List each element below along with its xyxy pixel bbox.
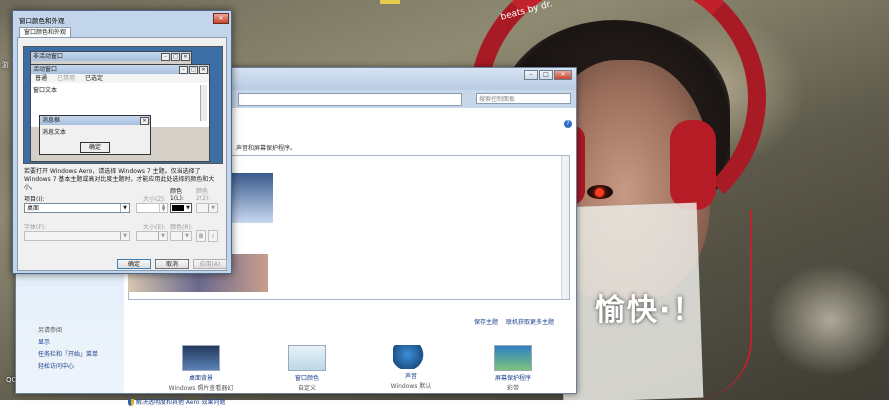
font-color-picker[interactable]: ▼ (170, 231, 192, 241)
nav-link-ease-of-access[interactable]: 轻松访问中心 (38, 361, 74, 370)
dialog-close-icon[interactable]: ✕ (213, 13, 229, 24)
color-swatch (172, 205, 184, 211)
close-icon: ✕ (181, 53, 190, 61)
color2-label: 颜色 2(2): (196, 188, 211, 202)
italic-button[interactable]: I (208, 230, 218, 242)
preview-ok-button: 确定 (80, 142, 110, 153)
sound-icon (393, 345, 429, 369)
desktop-background-icon (182, 345, 220, 371)
inactive-window-title: 非活动窗口 – □ ✕ (31, 52, 191, 61)
dialog-body: 非活动窗口 – □ ✕ 活动窗口 – □ ✕ 普通 已禁用 已选定 窗口文本 消… (17, 37, 227, 271)
chevron-down-icon: ▼ (158, 232, 167, 240)
minimize-icon: – (161, 53, 170, 61)
wallpaper-cable (690, 210, 752, 400)
help-icon[interactable]: ? (564, 120, 572, 128)
get-more-themes-link[interactable]: 联机获取更多主题 (506, 317, 554, 326)
minimize-icon[interactable]: – (524, 70, 538, 80)
font-select[interactable]: ▼ (24, 231, 130, 241)
size-label: 大小(Z): (143, 196, 166, 203)
menu-item-normal: 普通 (35, 75, 48, 82)
wallpaper-earcup-right (670, 120, 716, 210)
color1-picker[interactable]: ▼ (170, 203, 192, 213)
sounds-sub: Windows 默认 (390, 383, 432, 390)
sounds-label: 声音 (404, 373, 417, 380)
window-color-sub: 自定义 (297, 385, 316, 392)
nav-link-taskbar[interactable]: 任务栏和「开始」菜单 (38, 349, 98, 358)
inactive-window-label: 非活动窗口 (33, 53, 64, 60)
taskbar-notification-strip (380, 0, 400, 4)
theme-scrollbar[interactable] (561, 156, 569, 299)
bold-button[interactable]: B (196, 230, 206, 242)
chevron-down-icon: ▼ (120, 232, 129, 240)
apply-button[interactable]: 应用(A) (193, 259, 227, 269)
window-color-icon (288, 345, 326, 371)
active-window-title: 活动窗口 – □ ✕ (31, 65, 209, 74)
dialog-description: 若要打开 Windows Aero，请选择 Windows 7 主题。仅当选择了… (24, 168, 215, 191)
maximize-icon[interactable]: □ (539, 70, 553, 80)
desktop-icon-label[interactable]: 游 (2, 60, 9, 70)
font-size-select[interactable]: ▼ (136, 231, 168, 241)
chevron-down-icon: ▼ (208, 204, 217, 212)
close-icon: ✕ (140, 117, 149, 125)
chevron-down-icon: ▼ (120, 204, 129, 212)
search-input[interactable]: 搜索控制面板 (476, 93, 571, 104)
minimize-icon: – (179, 66, 188, 74)
screensaver-item[interactable]: 屏幕保护程序 彩带 (478, 345, 548, 392)
preview-scrollbar (200, 85, 207, 121)
screensaver-sub: 彩带 (506, 385, 519, 392)
window-text-label: 窗口文本 (33, 87, 58, 94)
save-theme-link[interactable]: 保存主题 (474, 317, 498, 326)
menu-item-selected: 已选定 (85, 75, 104, 82)
appearance-preview[interactable]: 非活动窗口 – □ ✕ 活动窗口 – □ ✕ 普通 已禁用 已选定 窗口文本 消… (23, 46, 223, 164)
color1-label: 颜色 1(L): (170, 188, 184, 202)
ok-button[interactable]: 确定 (117, 259, 151, 269)
window-color-dialog: 窗口颜色和外观 ✕ 窗口颜色和外观 非活动窗口 – □ ✕ 活动窗口 – □ ✕ 普通 … (12, 10, 232, 274)
screensaver-icon (494, 345, 532, 371)
menu-item-disabled: 已禁用 (57, 75, 76, 82)
close-icon: ✕ (199, 66, 208, 74)
chevron-down-icon: ▼ (182, 232, 191, 240)
maximize-icon: □ (189, 66, 198, 74)
font-color-label: 颜色(R): (170, 224, 193, 231)
chevron-down-icon: ▼ (186, 205, 190, 211)
desktop-background-label: 桌面背景 (188, 375, 213, 382)
spin-arrows-icon: ▲ ▼ (159, 204, 167, 213)
item-select-value: 桌面 (27, 205, 40, 212)
item-select[interactable]: 桌面 ▼ (24, 203, 130, 213)
page-description: 声音和屏幕保护程序。 (236, 145, 297, 152)
desktop-background-item[interactable]: 桌面背景 Windows 照片查看器幻灯 (166, 345, 236, 401)
window-color-label: 窗口颜色 (294, 375, 319, 382)
screensaver-label: 屏幕保护程序 (494, 375, 531, 382)
aero-troubleshoot-link[interactable]: 解决透明度和其他 Aero 效果问题 (128, 397, 226, 406)
see-also-heading: 另请参阅 (38, 327, 63, 334)
message-text: 消息文本 (42, 129, 67, 136)
size-stepper[interactable]: ▲ ▼ (136, 203, 168, 213)
shield-icon (128, 399, 134, 406)
address-bar[interactable] (238, 93, 462, 106)
aero-troubleshoot-label: 解决透明度和其他 Aero 效果问题 (136, 399, 226, 406)
preview-menu-bar: 普通 已禁用 已选定 (31, 74, 209, 83)
message-box-title: 消息框 ✕ (40, 116, 150, 125)
preview-message-box[interactable]: 消息框 ✕ 消息文本 确定 (39, 115, 151, 155)
dialog-title: 窗口颜色和外观 (19, 17, 65, 25)
close-icon[interactable]: ✕ (554, 70, 572, 80)
color2-picker[interactable]: ▼ (196, 203, 218, 213)
message-box-label: 消息框 (42, 117, 61, 124)
wallpaper-sign-text: 愉快·！ (595, 293, 705, 328)
theme-thumbnail[interactable] (231, 173, 273, 223)
font-label: 字体(F): (24, 224, 47, 231)
active-window-label: 活动窗口 (33, 66, 58, 73)
maximize-icon: □ (171, 53, 180, 61)
font-size-label: 大小(E): (143, 224, 166, 231)
item-label: 项目(I): (24, 196, 45, 203)
cancel-button[interactable]: 取消 (155, 259, 189, 269)
preview-active-window[interactable]: 活动窗口 – □ ✕ 普通 已禁用 已选定 窗口文本 消息框 ✕ 消息文本 确定 (30, 64, 210, 162)
wallpaper-eye (587, 185, 613, 199)
nav-link-display[interactable]: 显示 (38, 337, 50, 346)
window-color-item[interactable]: 窗口颜色 自定义 (272, 345, 342, 392)
sounds-item[interactable]: 声音 Windows 默认 (376, 345, 446, 390)
